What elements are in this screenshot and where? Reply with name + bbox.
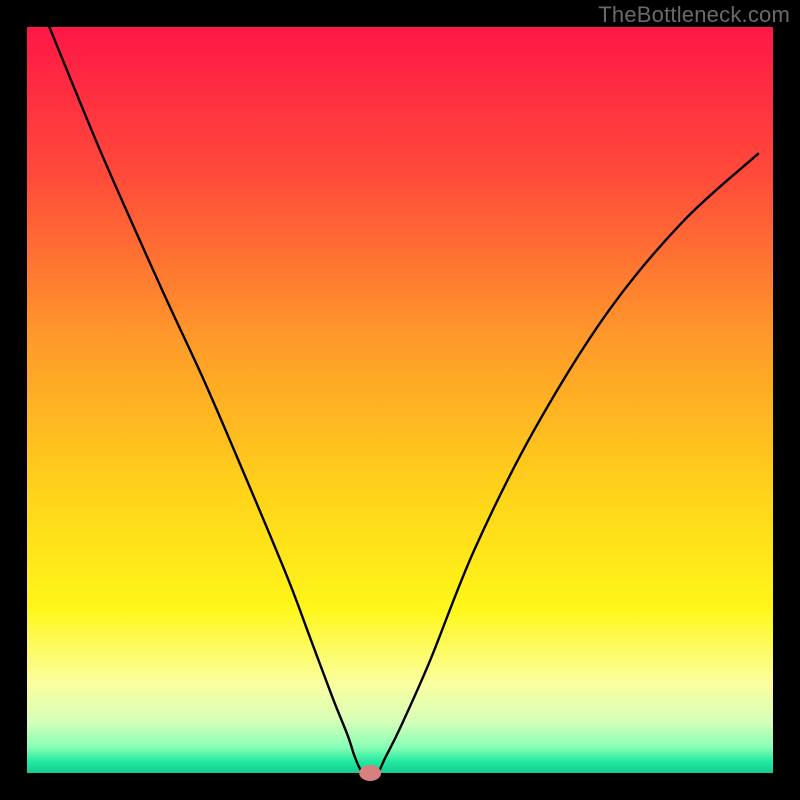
bottleneck-chart: [0, 0, 800, 800]
plot-background: [27, 27, 773, 773]
chart-frame: TheBottleneck.com: [0, 0, 800, 800]
watermark-text: TheBottleneck.com: [598, 2, 790, 28]
optimal-point-marker: [359, 765, 381, 781]
